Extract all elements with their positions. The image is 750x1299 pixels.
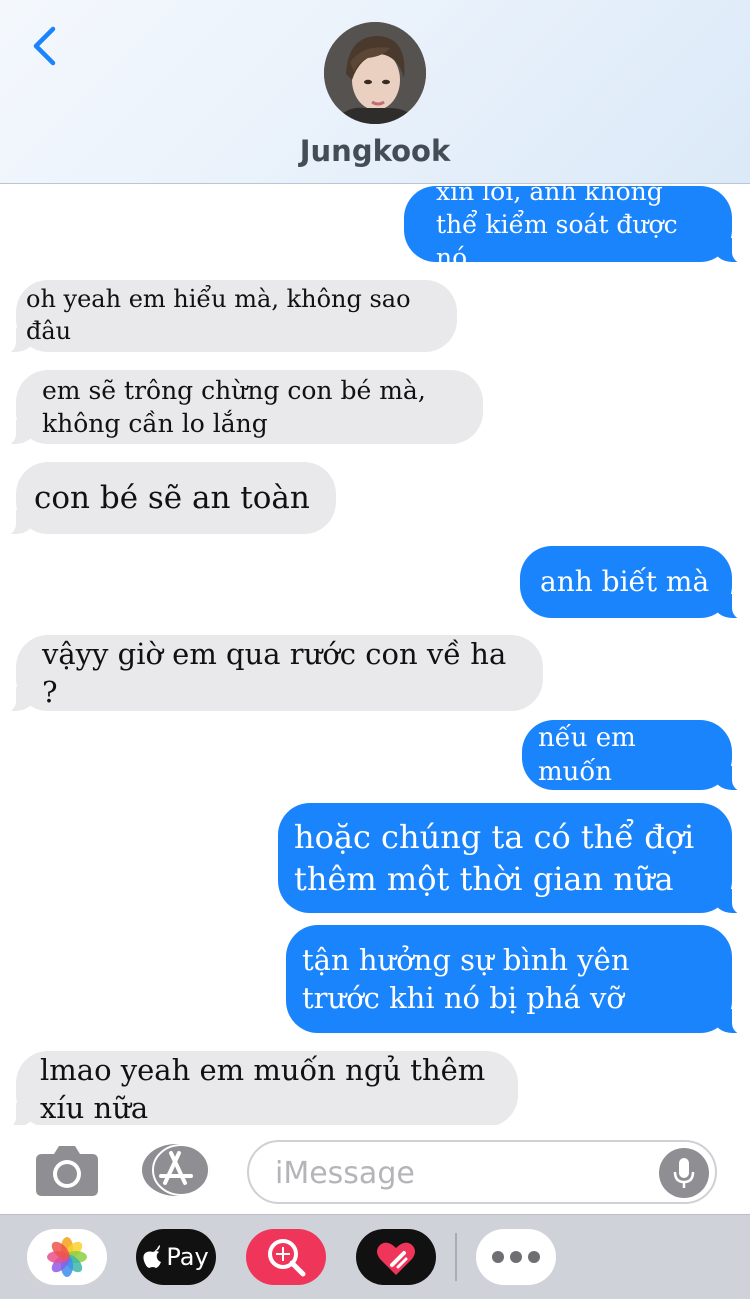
message-bubble-received[interactable]: oh yeah em hiểu mà, không sao đâu bbox=[0, 280, 457, 354]
digital-touch-icon bbox=[377, 1242, 415, 1275]
camera-button[interactable] bbox=[34, 1142, 100, 1198]
message-text: hoặc chúng ta có thể đợi thêm một thời g… bbox=[294, 817, 695, 898]
message-text: oh yeah em hiểu mà, không sao đâu bbox=[26, 285, 411, 345]
more-apps-button[interactable] bbox=[476, 1229, 556, 1285]
conversation-header: Jungkook bbox=[0, 0, 750, 184]
message-text: anh biết mà bbox=[540, 564, 710, 598]
message-bubble-received[interactable]: lmao yeah em muốn ngủ thêm xíu nữa bbox=[0, 1051, 518, 1125]
photos-app-button[interactable] bbox=[27, 1229, 107, 1285]
photos-icon bbox=[47, 1237, 87, 1277]
contact-name[interactable]: Jungkook bbox=[0, 134, 750, 168]
search-images-icon bbox=[268, 1239, 306, 1277]
message-bubble-sent[interactable]: xin lỗi, anh không thể kiểm soát được nó bbox=[404, 185, 750, 272]
back-button[interactable] bbox=[24, 24, 64, 68]
dictation-button[interactable] bbox=[659, 1148, 709, 1198]
message-text: nếu em muốn bbox=[538, 722, 636, 787]
apple-pay-icon bbox=[143, 1245, 162, 1268]
message-text: tận hưởng sự bình yên trước khi nó bị ph… bbox=[302, 942, 630, 1015]
message-input[interactable]: iMessage bbox=[247, 1140, 717, 1204]
message-text: vậyy giờ em qua rước con về ha ? bbox=[42, 636, 507, 709]
message-input-placeholder: iMessage bbox=[275, 1156, 415, 1191]
message-text: lmao yeah em muốn ngủ thêm xíu nữa bbox=[40, 1052, 486, 1125]
message-bubble-received[interactable]: em sẽ trông chừng con bé mà, không cần l… bbox=[0, 370, 483, 446]
tray-separator bbox=[455, 1233, 457, 1281]
message-bubble-received[interactable]: vậyy giờ em qua rước con về ha ? bbox=[0, 635, 543, 713]
app-drawer: Pay bbox=[0, 1214, 750, 1299]
message-bubble-sent[interactable]: tận hưởng sự bình yên trước khi nó bị ph… bbox=[286, 925, 750, 1035]
avatar-photo bbox=[324, 22, 426, 124]
apple-pay-label: Pay bbox=[166, 1243, 209, 1271]
app-store-button[interactable] bbox=[141, 1143, 211, 1197]
message-bubble-received[interactable]: con bé sẽ an toàn bbox=[0, 462, 336, 536]
apple-pay-app-button[interactable]: Pay bbox=[136, 1229, 216, 1285]
chevron-left-icon bbox=[33, 26, 56, 66]
app-store-icon bbox=[142, 1144, 210, 1196]
message-thread[interactable]: xin lỗi, anh không thể kiểm soát được nó… bbox=[0, 185, 750, 1125]
microphone-icon bbox=[673, 1158, 695, 1188]
message-bubble-sent[interactable]: hoặc chúng ta có thể đợi thêm một thời g… bbox=[278, 803, 750, 915]
message-bubble-sent[interactable]: nếu em muốn bbox=[522, 720, 750, 792]
more-icon bbox=[492, 1251, 540, 1263]
camera-icon bbox=[36, 1146, 98, 1196]
message-text: xin lỗi, anh không thể kiểm soát được nó bbox=[436, 185, 678, 272]
digital-touch-app-button[interactable] bbox=[356, 1229, 436, 1285]
message-bubble-sent[interactable]: anh biết mà bbox=[520, 546, 750, 620]
message-text: con bé sẽ an toàn bbox=[34, 479, 310, 516]
image-search-app-button[interactable] bbox=[246, 1229, 326, 1285]
contact-avatar[interactable] bbox=[324, 22, 426, 124]
message-text: em sẽ trông chừng con bé mà, không cần l… bbox=[42, 376, 426, 438]
